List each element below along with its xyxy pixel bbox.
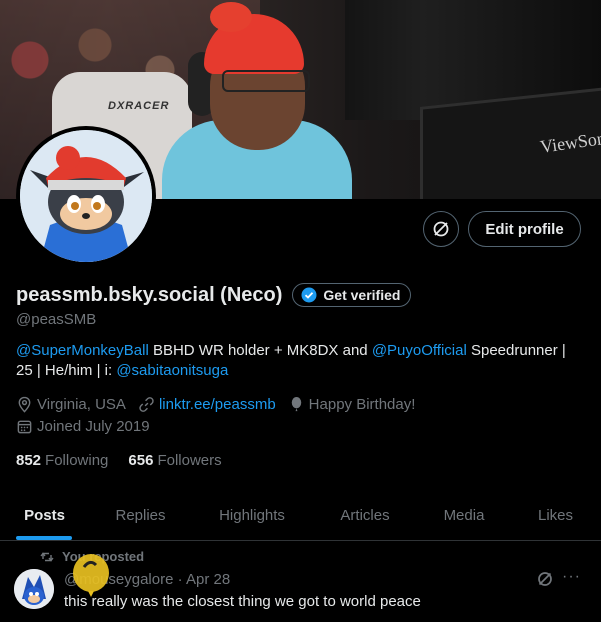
tab-highlights[interactable]: Highlights: [192, 490, 312, 540]
banner-hat-pom: [210, 2, 252, 32]
tab-posts[interactable]: Posts: [0, 490, 89, 540]
post-author-avatar[interactable]: [14, 569, 54, 609]
avatar-illustration: [20, 130, 152, 262]
link-icon: [139, 397, 154, 412]
profile-website[interactable]: linktr.ee/peassmb: [138, 396, 276, 413]
post-date[interactable]: Apr 28: [186, 571, 230, 588]
profile-joined-row: Joined July 2019: [16, 418, 162, 435]
profile-meta-row: Virginia, USA linktr.ee/peassmb Happy Bi…: [16, 396, 427, 413]
post-text: this really was the closest thing we got…: [64, 593, 421, 610]
following-label: Following: [45, 452, 109, 469]
balloon-icon: [291, 396, 301, 412]
more-icon[interactable]: ···: [562, 568, 581, 586]
chair-brand: DXRACER: [108, 100, 170, 112]
bio-text-1: BBHD WR holder + MK8DX and: [148, 342, 372, 359]
profile-birthday: Happy Birthday!: [288, 396, 416, 413]
tab-replies[interactable]: Replies: [89, 490, 192, 540]
post-avatar-illustration: [14, 569, 54, 609]
tab-articles[interactable]: Articles: [312, 490, 418, 540]
followers-count: 656: [128, 452, 154, 469]
profile-handle: @peasSMB: [16, 311, 97, 328]
profile-name-row: peassmb.bsky.social (Neco) Get verified: [16, 283, 412, 307]
bio-mention-puyoofficial[interactable]: @PuyoOfficial: [372, 342, 467, 359]
profile-bio: @SuperMonkeyBall BBHD WR holder + MK8DX …: [16, 341, 586, 381]
profile-joined: Joined July 2019: [16, 418, 150, 435]
post-separator: ·: [173, 571, 186, 588]
profile-tabs: Posts Replies Highlights Articles Media …: [0, 490, 601, 541]
edit-profile-button[interactable]: Edit profile: [468, 211, 581, 247]
repost-icon: [40, 551, 54, 562]
follow-counts: 852 Following 656 Followers: [16, 452, 242, 469]
location-icon: [18, 396, 31, 413]
tab-media[interactable]: Media: [418, 490, 510, 540]
get-verified-label: Get verified: [323, 287, 401, 303]
bio-mention-supermonkeyball[interactable]: @SuperMonkeyBall: [16, 342, 149, 359]
following-link[interactable]: 852 Following: [16, 452, 108, 469]
following-count: 852: [16, 452, 42, 469]
banner-glasses: [222, 70, 310, 92]
profile-avatar[interactable]: [20, 130, 152, 262]
profile-location: Virginia, USA: [16, 396, 126, 413]
joined-text: Joined July 2019: [37, 418, 150, 435]
active-tab-indicator: [16, 536, 72, 540]
display-name: peassmb.bsky.social (Neco): [16, 283, 283, 306]
bio-mention-sabitaonitsuga[interactable]: @sabitaonitsuga: [116, 362, 228, 379]
verified-badge-icon: [301, 287, 317, 303]
calendar-icon: [17, 420, 32, 434]
balloon-icon: [73, 554, 109, 597]
profile-avatar-frame[interactable]: [16, 126, 156, 266]
website-link[interactable]: linktr.ee/peassmb: [159, 396, 276, 413]
location-text: Virginia, USA: [37, 396, 126, 413]
tab-likes[interactable]: Likes: [510, 490, 601, 540]
get-verified-button[interactable]: Get verified: [292, 283, 412, 307]
followers-link[interactable]: 656 Followers: [128, 452, 221, 469]
birthday-text: Happy Birthday!: [308, 396, 416, 413]
followers-label: Followers: [157, 452, 222, 469]
grok-button[interactable]: [423, 211, 459, 247]
grok-icon: [433, 221, 449, 237]
grok-icon[interactable]: [536, 570, 554, 588]
